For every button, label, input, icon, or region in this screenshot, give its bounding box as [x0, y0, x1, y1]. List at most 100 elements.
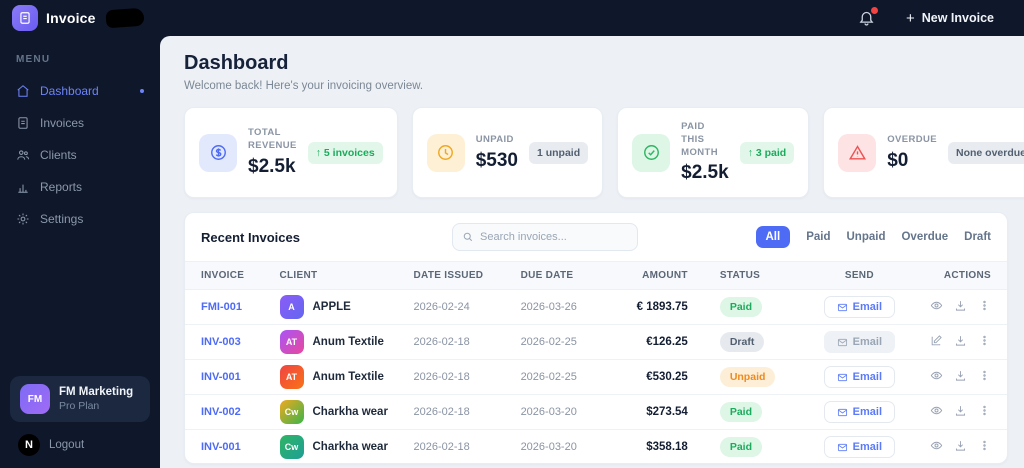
amount: $273.54: [646, 406, 688, 419]
more-options-icon[interactable]: [978, 439, 991, 452]
stat-value: $530: [475, 149, 518, 171]
sidebar-item-dashboard[interactable]: Dashboard: [0, 75, 160, 107]
user-card[interactable]: FM FM Marketing Pro Plan: [10, 376, 150, 422]
user-avatar: FM: [20, 384, 50, 414]
date-issued: 2026-02-18: [413, 371, 470, 384]
client-name: Charkha wear: [312, 406, 388, 419]
more-options-icon[interactable]: [978, 299, 991, 312]
redaction-blob: [105, 7, 145, 29]
search-input[interactable]: [480, 231, 628, 244]
filter-draft[interactable]: Draft: [964, 231, 991, 243]
view-icon[interactable]: [930, 369, 943, 382]
sidebar-item-invoices[interactable]: Invoices: [0, 107, 160, 139]
amount: $358.18: [646, 441, 688, 454]
edit-icon[interactable]: [930, 334, 943, 347]
download-icon[interactable]: [954, 299, 967, 312]
table-row: FMI-001 A APPLE 2026-02-24 2026-03-26 € …: [185, 289, 1007, 326]
invoice-id-link[interactable]: INV-002: [201, 406, 241, 418]
menu-section-label: MENU: [16, 54, 51, 65]
stat-card-unpaid: UNPAID $530 1 unpaid: [411, 107, 604, 199]
send-email-button[interactable]: Email: [823, 436, 896, 459]
sidebar-item-reports[interactable]: Reports: [0, 171, 160, 203]
client-avatar: AT: [279, 330, 304, 355]
col-due-date: DUE DATE: [510, 261, 611, 291]
table-header-row: INVOICE CLIENT DATE ISSUED DUE DATE AMOU…: [185, 261, 1007, 291]
due-date: 2026-02-25: [520, 371, 577, 384]
view-icon[interactable]: [930, 404, 943, 417]
stat-card-paid-this-month: PAID THIS MONTH $2.5k ↑ 3 paid: [617, 107, 810, 199]
amount: €126.25: [646, 336, 688, 349]
notification-dot: [870, 7, 878, 14]
clock-icon: [426, 133, 465, 172]
recent-invoices-card: Recent Invoices All Paid Unpaid Overdue …: [184, 212, 1008, 465]
invoice-id-link[interactable]: FMI-001: [201, 301, 242, 313]
invoice-id-link[interactable]: INV-001: [201, 371, 241, 383]
document-icon: [18, 117, 28, 129]
new-invoice-button[interactable]: + New Invoice: [906, 10, 994, 27]
filter-paid[interactable]: Paid: [806, 231, 830, 243]
active-dot: [140, 89, 144, 93]
table-row: INV-003 AT Anum Textile 2026-02-18 2026-…: [185, 324, 1007, 361]
sidebar-item-clients[interactable]: Clients: [0, 139, 160, 171]
invoice-id-link[interactable]: INV-003: [201, 336, 241, 348]
view-icon[interactable]: [930, 299, 943, 312]
envelope-icon: [837, 338, 847, 347]
client-name: APPLE: [312, 301, 351, 314]
more-options-icon[interactable]: [978, 369, 991, 382]
stat-label: TOTAL REVENUE: [248, 127, 297, 152]
stat-badge: ↑ 5 invoices: [307, 141, 383, 164]
bar-chart-icon: [18, 184, 28, 193]
col-status: STATUS: [697, 261, 799, 291]
due-date: 2026-03-26: [520, 301, 577, 314]
table-row: INV-001 Cw Charkha wear 2026-02-18 2026-…: [185, 429, 1007, 464]
envelope-icon: [837, 408, 847, 417]
client-avatar: A: [279, 295, 304, 320]
send-email-button[interactable]: Email: [823, 366, 896, 389]
stat-badge: None overdue: [947, 141, 1024, 164]
envelope-icon: [837, 303, 847, 312]
table-row: INV-002 Cw Charkha wear 2026-02-18 2026-…: [185, 394, 1007, 431]
more-options-icon[interactable]: [978, 334, 991, 347]
filter-all[interactable]: All: [755, 226, 791, 249]
table-row: INV-001 AT Anum Textile 2026-02-18 2026-…: [185, 359, 1007, 396]
dollar-circle-icon: [199, 133, 237, 172]
client-avatar: Cw: [279, 435, 304, 460]
status-badge: Paid: [719, 297, 762, 318]
notification-bell-icon[interactable]: [858, 7, 878, 27]
send-email-button[interactable]: Email: [823, 401, 896, 424]
envelope-icon: [837, 443, 847, 452]
status-badge: Paid: [719, 402, 762, 423]
stats-row: TOTAL REVENUE $2.5k ↑ 5 invoices UNPAID …: [184, 107, 1024, 199]
users-icon: [17, 150, 30, 160]
filter-unpaid[interactable]: Unpaid: [847, 231, 886, 243]
sidebar-item-label: Clients: [40, 148, 77, 162]
sidebar-item-settings[interactable]: Settings: [0, 203, 160, 235]
home-icon: [17, 85, 29, 97]
logout-button[interactable]: N Logout: [10, 422, 150, 458]
due-date: 2026-03-20: [520, 406, 577, 419]
more-options-icon[interactable]: [978, 404, 991, 417]
stat-value: $2.5k: [681, 162, 729, 184]
sidebar-bottom: FM FM Marketing Pro Plan N Logout: [0, 376, 160, 468]
amount: € 1893.75: [636, 301, 688, 314]
brand-name: Invoice: [46, 10, 96, 26]
status-badge: Paid: [719, 437, 762, 458]
search-box: [452, 223, 638, 252]
col-actions: ACTIONS: [919, 261, 1007, 291]
send-email-button[interactable]: Email: [823, 296, 896, 319]
main-content: Dashboard Welcome back! Here's your invo…: [160, 36, 1024, 468]
filter-overdue[interactable]: Overdue: [901, 231, 948, 243]
stat-badge: ↑ 3 paid: [739, 141, 795, 164]
download-icon[interactable]: [954, 369, 967, 382]
download-icon[interactable]: [954, 439, 967, 452]
brand-logo-area: Invoice: [0, 0, 160, 36]
col-date-issued: DATE ISSUED: [403, 261, 511, 291]
client-avatar: AT: [279, 365, 304, 390]
view-icon[interactable]: [930, 439, 943, 452]
invoice-id-link[interactable]: INV-001: [201, 441, 241, 453]
logout-label: Logout: [49, 439, 85, 451]
download-icon[interactable]: [954, 404, 967, 417]
invoice-logo-icon: [12, 5, 38, 31]
download-icon[interactable]: [954, 334, 967, 347]
date-issued: 2026-02-18: [413, 336, 470, 349]
